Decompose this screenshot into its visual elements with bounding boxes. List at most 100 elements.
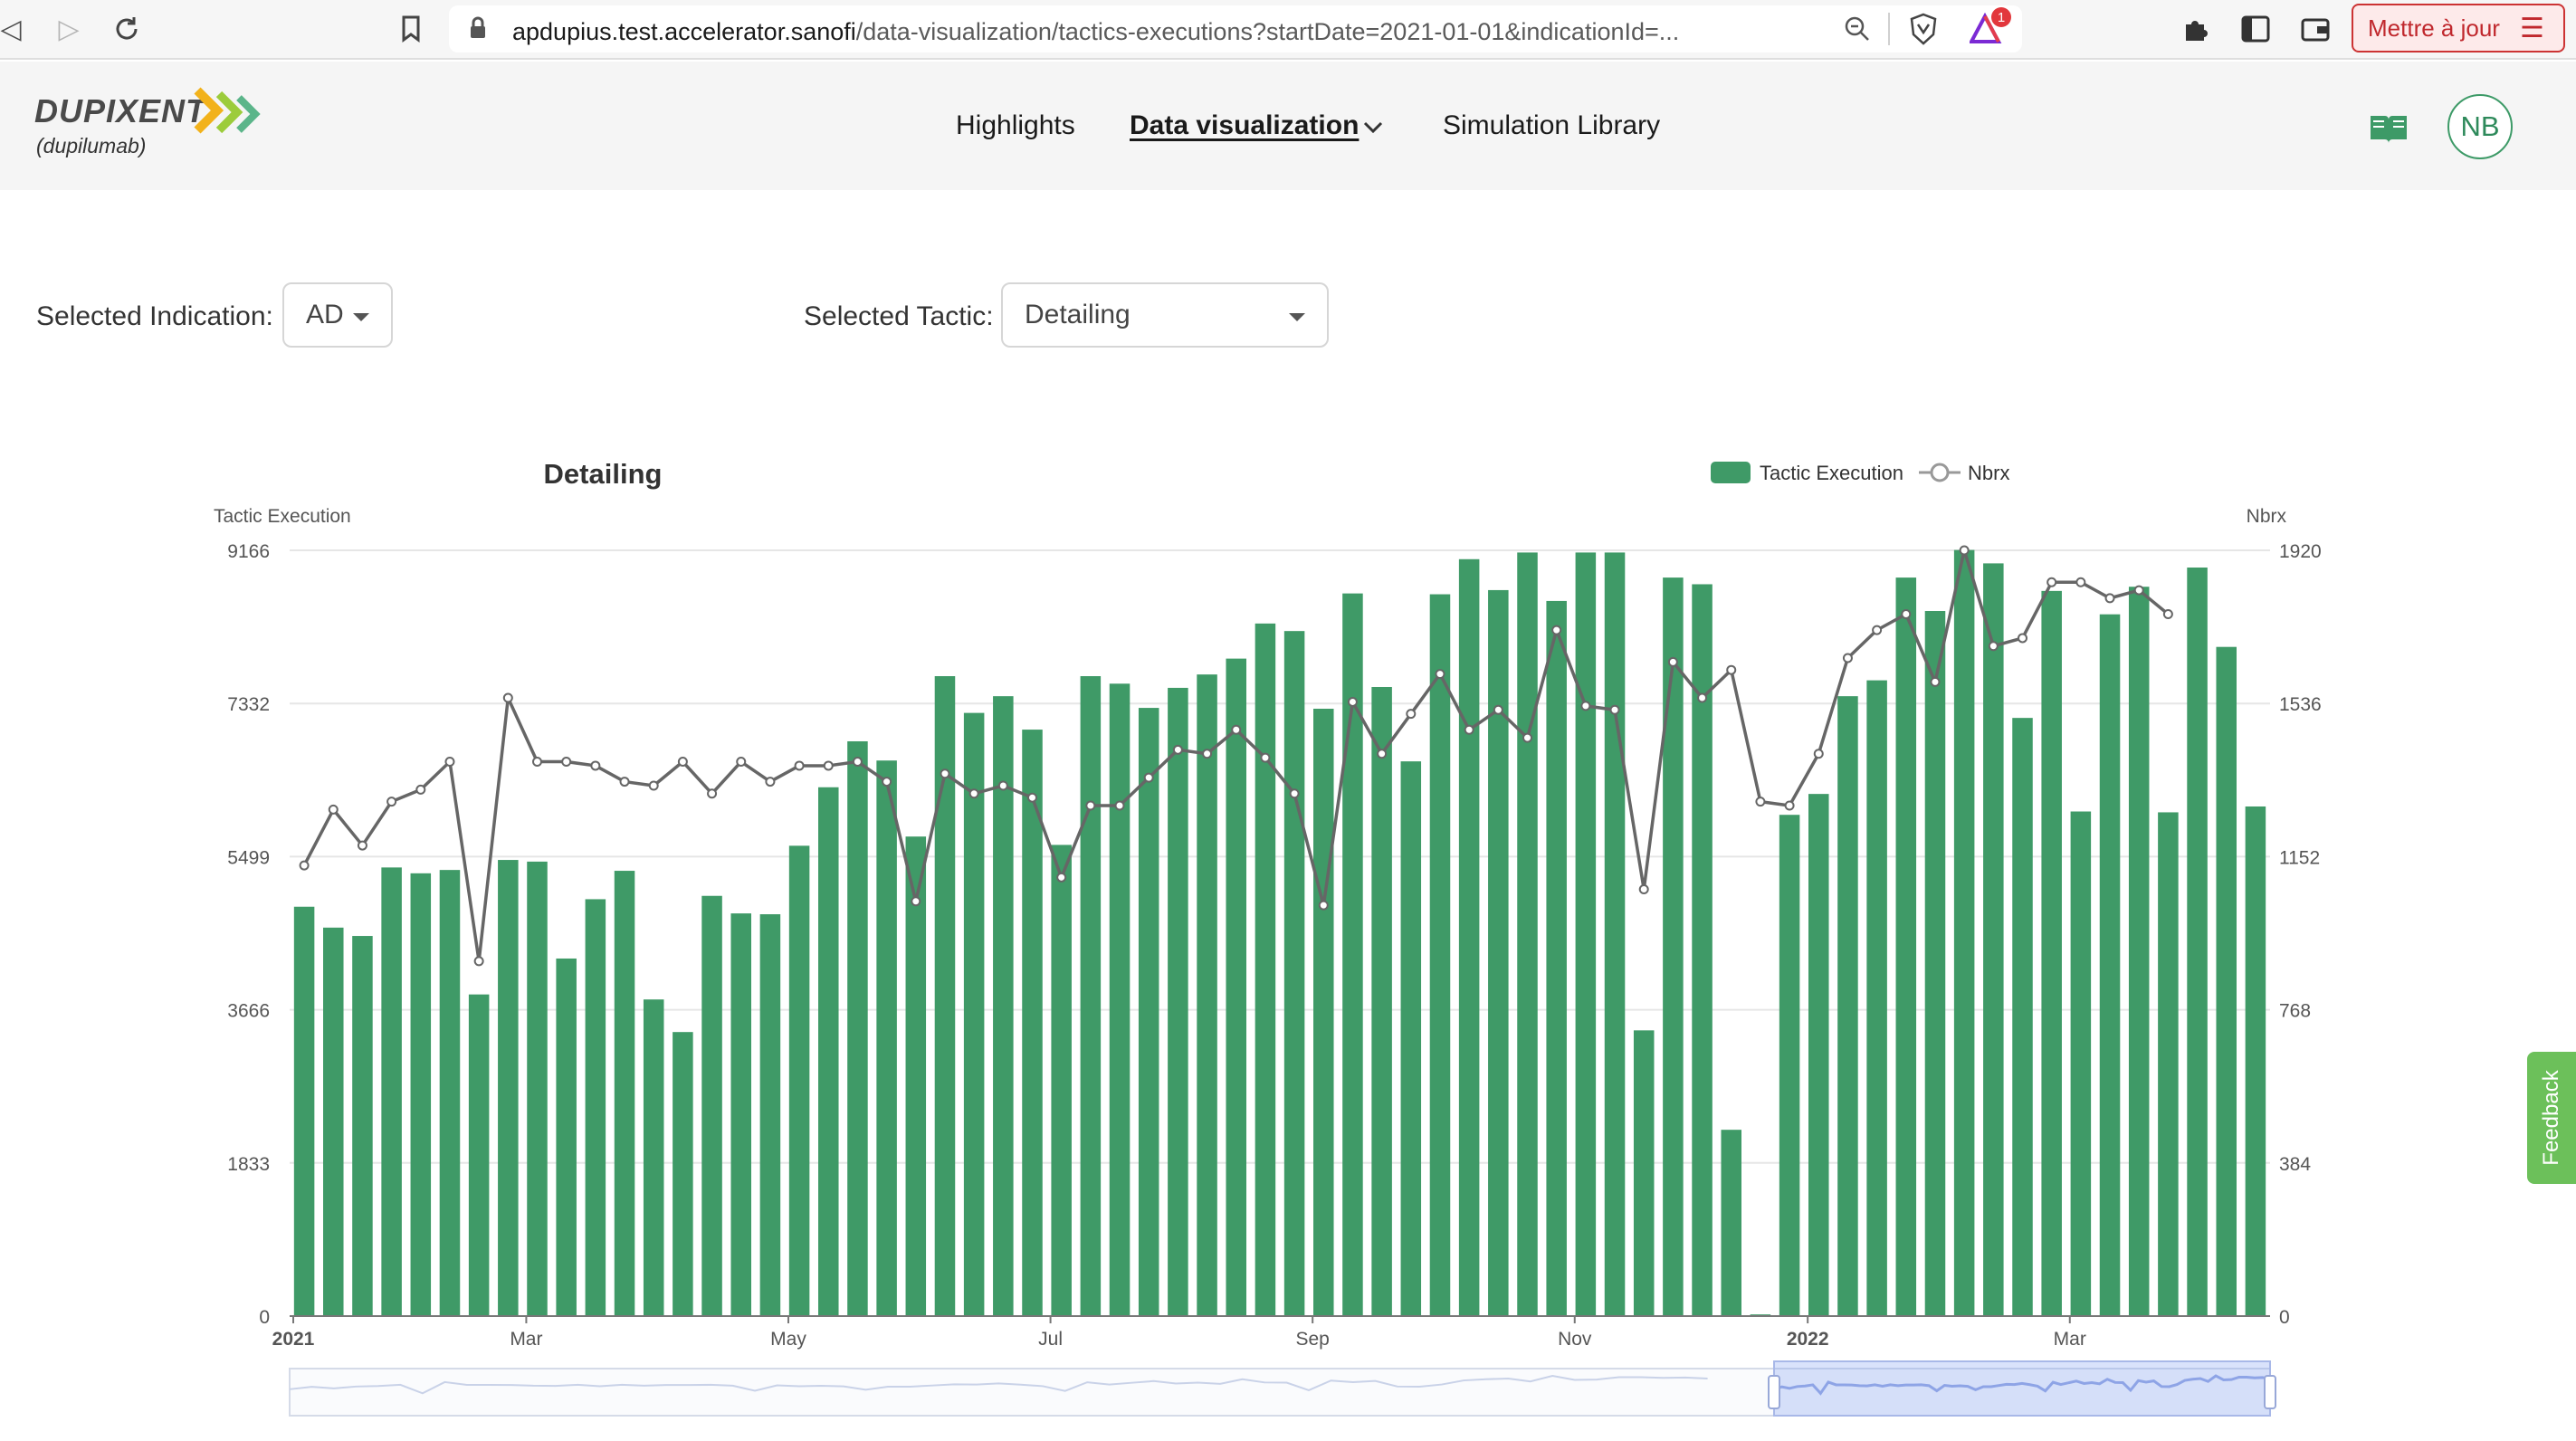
zoom-handle-left[interactable]: [1768, 1375, 1780, 1409]
nbrx-point[interactable]: [1377, 749, 1388, 759]
bar[interactable]: [527, 861, 548, 1316]
legend-label-tactic[interactable]: Tactic Execution: [1760, 462, 1903, 484]
bar[interactable]: [1313, 708, 1334, 1316]
nbrx-point[interactable]: [2162, 609, 2173, 619]
bar[interactable]: [905, 836, 927, 1316]
nbrx-point[interactable]: [997, 780, 1008, 791]
nbrx-point[interactable]: [2133, 585, 2144, 596]
feedback-tab[interactable]: Feedback: [2527, 1052, 2576, 1184]
bar[interactable]: [1255, 623, 1276, 1316]
bar[interactable]: [293, 906, 315, 1316]
bar[interactable]: [556, 958, 577, 1316]
nbrx-point[interactable]: [1085, 800, 1096, 811]
nbrx-point[interactable]: [1872, 625, 1883, 635]
bar[interactable]: [1080, 676, 1102, 1316]
bar[interactable]: [1924, 611, 1946, 1316]
bar[interactable]: [673, 1032, 693, 1316]
nbrx-point[interactable]: [707, 788, 718, 799]
nbrx-point[interactable]: [1114, 800, 1125, 811]
bar[interactable]: [352, 936, 373, 1316]
bar[interactable]: [2012, 718, 2033, 1316]
bar[interactable]: [876, 760, 897, 1316]
bar[interactable]: [1604, 552, 1626, 1316]
nbrx-point[interactable]: [1027, 792, 1037, 803]
zoom-handle-right[interactable]: [2264, 1375, 2276, 1409]
nbrx-point[interactable]: [590, 760, 601, 771]
bar[interactable]: [468, 994, 490, 1316]
nbrx-point[interactable]: [473, 956, 484, 967]
nbrx-point[interactable]: [1318, 900, 1329, 911]
bar[interactable]: [614, 871, 635, 1316]
bar[interactable]: [847, 740, 868, 1316]
bar[interactable]: [439, 870, 461, 1316]
nbrx-point[interactable]: [1988, 641, 1999, 652]
nbrx-point[interactable]: [532, 757, 542, 768]
bar[interactable]: [1138, 708, 1159, 1316]
bar[interactable]: [1983, 563, 2004, 1316]
chart-legend[interactable]: Tactic Execution Nbrx: [1711, 462, 2009, 484]
bar[interactable]: [1633, 1030, 1655, 1316]
legend-label-nbrx[interactable]: Nbrx: [1968, 462, 2009, 484]
nbrx-point[interactable]: [677, 757, 688, 768]
bar[interactable]: [2099, 614, 2121, 1316]
nbrx-point[interactable]: [502, 692, 513, 703]
bar[interactable]: [1371, 686, 1392, 1316]
bar[interactable]: [1517, 552, 1538, 1316]
bar[interactable]: [1575, 552, 1597, 1316]
bar[interactable]: [1663, 577, 1684, 1316]
bar[interactable]: [1779, 815, 1800, 1316]
nbrx-point[interactable]: [1959, 545, 1970, 556]
nbrx-point[interactable]: [852, 757, 863, 768]
nbrx-point[interactable]: [1231, 724, 1242, 735]
nbrx-point[interactable]: [1406, 709, 1417, 720]
bar[interactable]: [788, 845, 810, 1316]
bar[interactable]: [498, 860, 519, 1316]
bar[interactable]: [323, 927, 344, 1316]
bar[interactable]: [410, 873, 432, 1316]
nbrx-point[interactable]: [1493, 704, 1503, 715]
nbrx-point[interactable]: [1609, 704, 1620, 715]
bar[interactable]: [1953, 549, 1975, 1316]
bar[interactable]: [1837, 696, 1858, 1316]
bar[interactable]: [381, 867, 402, 1316]
nbrx-point[interactable]: [1522, 732, 1532, 743]
nbrx-point[interactable]: [357, 840, 367, 851]
nbrx-point[interactable]: [968, 788, 979, 799]
nbrx-point[interactable]: [1667, 656, 1678, 667]
bar[interactable]: [1197, 674, 1217, 1316]
bar[interactable]: [1168, 687, 1188, 1316]
nbrx-point[interactable]: [2104, 593, 2115, 604]
nbrx-point[interactable]: [328, 804, 339, 815]
bar[interactable]: [1721, 1130, 1741, 1316]
bar[interactable]: [2128, 587, 2150, 1316]
bar[interactable]: [2158, 812, 2179, 1316]
bar[interactable]: [963, 712, 985, 1316]
bar[interactable]: [643, 999, 664, 1316]
nbrx-point[interactable]: [1842, 653, 1853, 663]
bar[interactable]: [2216, 646, 2237, 1316]
nbrx-point[interactable]: [1580, 701, 1591, 711]
bar[interactable]: [1488, 589, 1509, 1316]
nbrx-point[interactable]: [765, 777, 776, 787]
bar[interactable]: [1866, 680, 1887, 1316]
bar[interactable]: [818, 787, 839, 1316]
nbrx-point[interactable]: [1638, 884, 1649, 895]
bar[interactable]: [1808, 794, 1829, 1316]
nbrx-point[interactable]: [1143, 772, 1154, 783]
nbrx-point[interactable]: [1464, 724, 1474, 735]
nbrx-point[interactable]: [1813, 749, 1824, 759]
nbrx-point[interactable]: [299, 860, 310, 871]
nbrx-point[interactable]: [794, 760, 805, 771]
nbrx-point[interactable]: [823, 760, 834, 771]
nbrx-point[interactable]: [386, 797, 397, 807]
nbrx-point[interactable]: [736, 757, 747, 768]
bar[interactable]: [585, 899, 606, 1316]
bar[interactable]: [759, 914, 781, 1316]
nbrx-point[interactable]: [911, 896, 921, 907]
bar[interactable]: [1429, 594, 1451, 1316]
nbrx-point[interactable]: [1930, 676, 1941, 687]
nbrx-point[interactable]: [1551, 625, 1562, 635]
nbrx-point[interactable]: [619, 777, 630, 787]
nbrx-point[interactable]: [1435, 669, 1445, 680]
nbrx-point[interactable]: [2018, 633, 2027, 644]
